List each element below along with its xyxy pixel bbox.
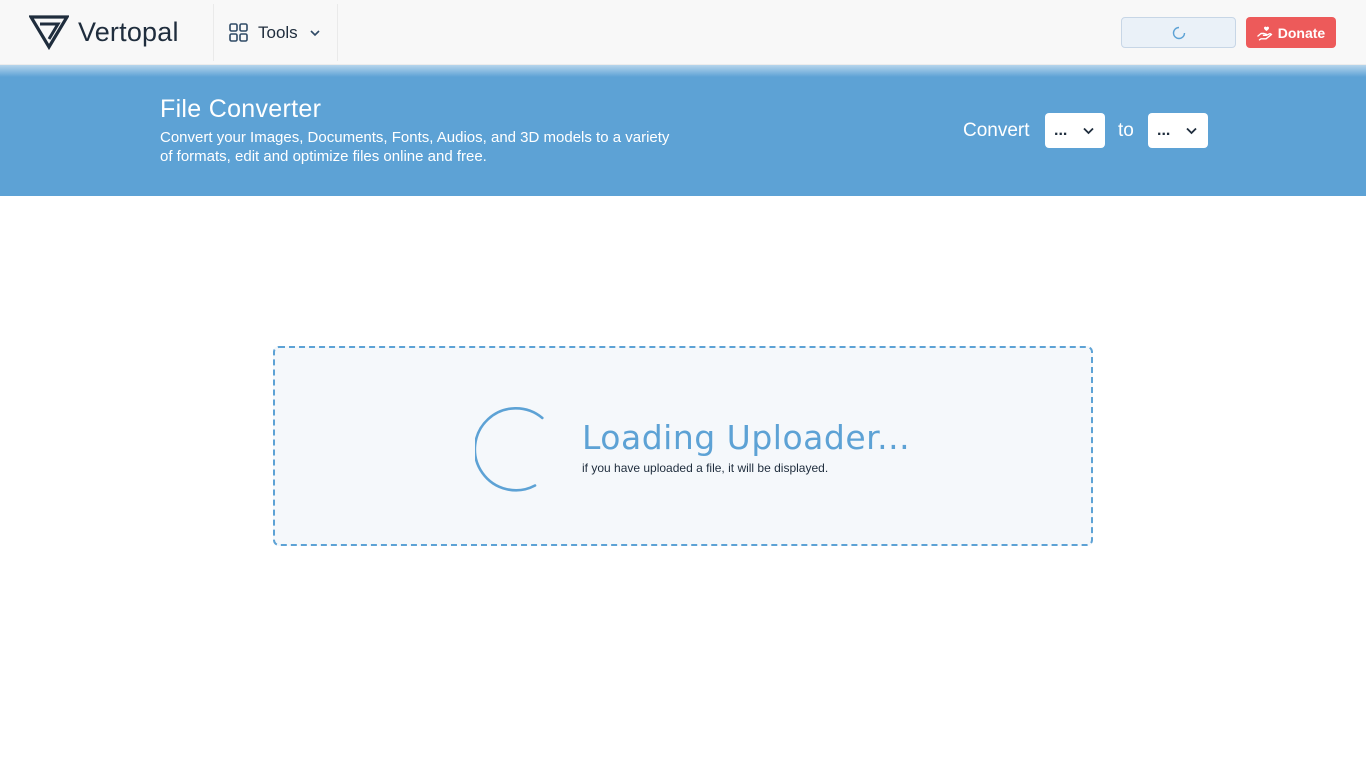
hero-top-shadow bbox=[0, 65, 1366, 77]
uploader-note: if you have uploaded a file, it will be … bbox=[582, 461, 829, 475]
donate-label: Donate bbox=[1277, 24, 1326, 41]
top-navbar: Vertopal Tools Donate bbox=[0, 0, 1366, 65]
spinner-icon bbox=[1172, 26, 1185, 39]
to-label: to bbox=[1118, 120, 1134, 141]
tools-label: Tools bbox=[258, 22, 298, 42]
chevron-down-icon bbox=[1083, 127, 1094, 135]
convert-label: Convert bbox=[963, 120, 1030, 141]
chevron-down-icon bbox=[1186, 127, 1197, 135]
to-format-value: ... bbox=[1157, 121, 1171, 139]
donate-button[interactable]: Donate bbox=[1246, 17, 1336, 48]
file-uploader-dropzone[interactable]: Loading Uploader... if you have uploaded… bbox=[273, 346, 1093, 546]
chevron-down-icon bbox=[310, 29, 320, 36]
from-format-value: ... bbox=[1054, 121, 1068, 139]
grid-icon bbox=[229, 23, 248, 42]
brand-name: Vertopal bbox=[78, 16, 179, 47]
hero-banner: File Converter Convert your Images, Docu… bbox=[0, 65, 1366, 196]
to-format-select[interactable]: ... bbox=[1148, 113, 1208, 148]
uploader-loading-title: Loading Uploader... bbox=[582, 418, 911, 457]
from-format-select[interactable]: ... bbox=[1045, 113, 1105, 148]
vertopal-logo-icon bbox=[29, 15, 69, 50]
tools-menu-button[interactable]: Tools bbox=[213, 4, 338, 61]
account-button-loading[interactable] bbox=[1121, 17, 1236, 48]
hand-heart-icon bbox=[1257, 26, 1272, 40]
page-title: File Converter bbox=[160, 95, 322, 123]
brand-link[interactable]: Vertopal bbox=[29, 13, 179, 51]
page-description: Convert your Images, Documents, Fonts, A… bbox=[160, 129, 670, 165]
spinner-icon bbox=[475, 407, 544, 492]
